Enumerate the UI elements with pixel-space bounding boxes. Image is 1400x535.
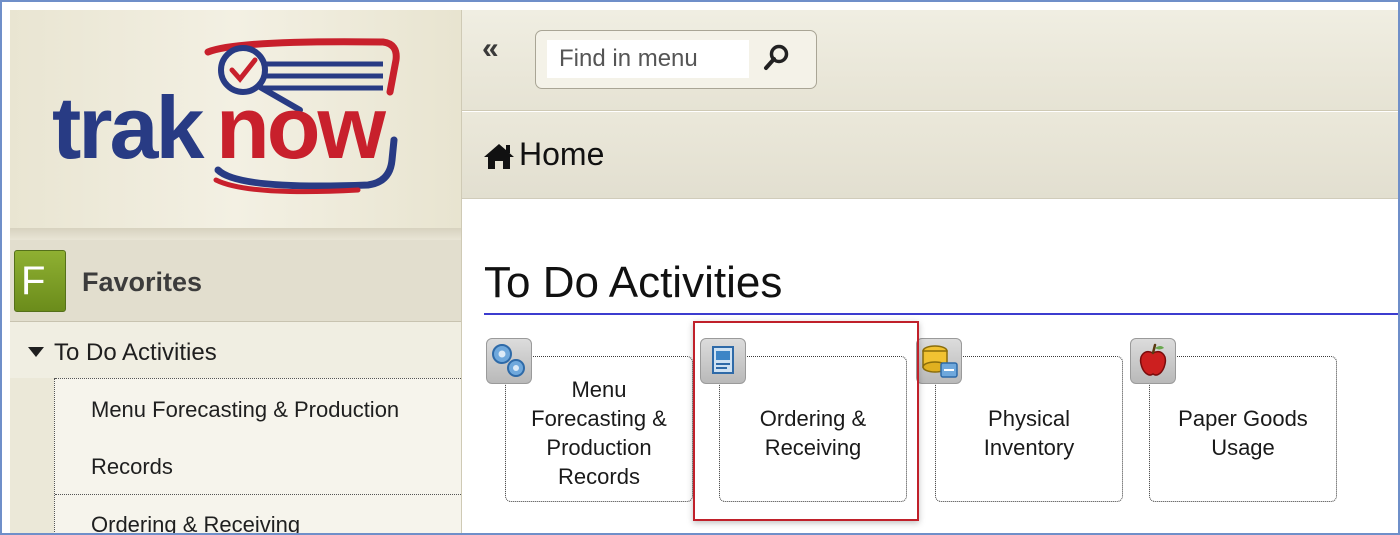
sidebar-group-label: To Do Activities (54, 339, 217, 366)
search-icon[interactable] (762, 43, 792, 73)
app-frame: trak now traknow F Favorites To Do Activ… (0, 0, 1400, 535)
tile-ordering-receiving[interactable]: Ordering & Receiving (719, 356, 907, 502)
favorites-badge: F (14, 250, 66, 312)
tile-label: Physical Inventory (983, 406, 1075, 460)
search-box (535, 30, 817, 89)
triangle-down-icon (28, 347, 44, 357)
traknow-logo: trak now (52, 38, 400, 195)
sidebar-item-records[interactable]: Records (55, 454, 461, 480)
tile-physical-inventory[interactable]: Physical Inventory (935, 356, 1123, 502)
divider (55, 494, 461, 495)
sidebar-group-to-do-activities[interactable]: To Do Activities (10, 322, 461, 378)
home-icon[interactable] (482, 142, 516, 170)
logo-area[interactable]: trak now traknow (10, 10, 461, 228)
order-form-icon (700, 338, 746, 384)
sidebar-item-menu-forecasting[interactable]: Menu Forecasting & Production (55, 397, 461, 423)
coins-database-icon (916, 338, 962, 384)
divider (55, 378, 461, 379)
tile-paper-goods-usage[interactable]: Paper Goods Usage (1149, 356, 1337, 502)
gears-icon (486, 338, 532, 384)
tile-label: Ordering & Receiving (759, 406, 867, 460)
breadcrumb-home-link[interactable]: Home (519, 136, 604, 173)
sidebar-item-ordering-receiving[interactable]: Ordering & Receiving (55, 512, 461, 533)
favorites-header[interactable]: F Favorites (10, 240, 461, 322)
breadcrumb: Home (462, 112, 1398, 199)
title-underline (484, 313, 1398, 315)
top-toolbar: « (462, 10, 1398, 111)
apple-icon (1130, 338, 1176, 384)
collapse-sidebar-icon[interactable]: « (482, 34, 499, 64)
page-title: To Do Activities (484, 258, 783, 307)
sidebar-sub-items: Menu Forecasting & Production Records Or… (54, 378, 461, 533)
tile-label: Menu Forecasting & Production Records (531, 377, 667, 489)
favorites-title: Favorites (82, 267, 203, 297)
logo-wordmark-trak: trak (52, 78, 205, 177)
sidebar-separator (10, 228, 461, 240)
logo-wordmark-now: now (216, 78, 387, 177)
search-input[interactable] (547, 40, 749, 78)
tile-label: Paper Goods Usage (1178, 406, 1308, 460)
sidebar: trak now traknow F Favorites To Do Activ… (10, 10, 462, 533)
main-content: To Do Activities Menu Forecasting & Prod… (462, 200, 1398, 533)
tile-menu-forecasting[interactable]: Menu Forecasting & Production Records (505, 356, 693, 502)
